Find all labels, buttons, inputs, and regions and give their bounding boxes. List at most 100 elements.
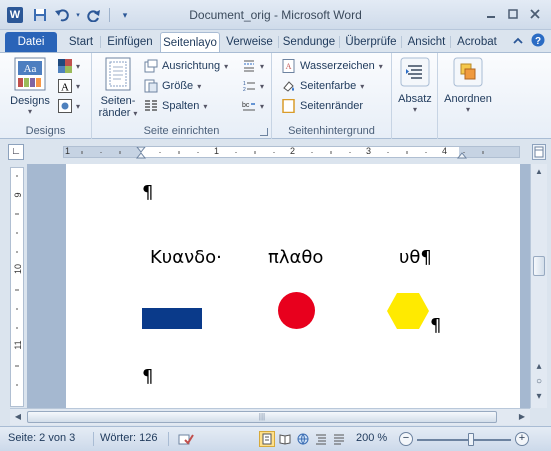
line-numbers-icon: 12 (243, 81, 255, 93)
watermark-label: Wasserzeichen (300, 60, 375, 72)
vruler-number: 10 (13, 264, 23, 275)
margins-button[interactable]: Seiten- ränder ▾ (96, 57, 140, 119)
window-title: Document_orig - Microsoft Word (189, 8, 362, 22)
page-borders-label: Seitenränder (300, 100, 363, 112)
chevron-down-icon: ▾ (76, 61, 81, 71)
page-borders-button[interactable]: Seitenränder (282, 97, 363, 115)
vertical-scrollbar[interactable]: ▲ ▴ ○ ▾ (530, 164, 547, 408)
status-bar: Seite: 2 von 3 Wörter: 126 200 % − + (0, 426, 551, 451)
watermark-icon: A (282, 59, 295, 73)
document-text-word-2: πλαθο (268, 247, 324, 268)
zoom-out-button[interactable]: − (399, 432, 413, 446)
tab-start[interactable]: Start (64, 32, 98, 52)
arrange-icon (453, 57, 483, 87)
zoom-in-button[interactable]: + (515, 432, 529, 446)
zoom-level[interactable]: 200 % (356, 432, 387, 444)
arrange-button[interactable]: Anordnen ▾ (442, 57, 494, 114)
vruler-ticks (15, 175, 19, 386)
scroll-up-icon[interactable]: ▲ (531, 164, 547, 180)
print-layout-view-icon[interactable] (259, 431, 275, 447)
proofing-icon[interactable] (178, 431, 194, 447)
outline-view-icon[interactable] (313, 431, 329, 447)
tab-file[interactable]: Datei (5, 32, 57, 52)
page-color-label: Seitenfarbe (300, 80, 357, 92)
svg-text:2: 2 (243, 87, 246, 93)
tab-selector-button[interactable]: ∟ (8, 144, 24, 160)
blue-rectangle-shape[interactable] (142, 308, 202, 329)
minimize-icon[interactable] (481, 5, 501, 23)
previous-page-icon[interactable]: ▴ (531, 360, 547, 374)
columns-icon (145, 100, 157, 111)
theme-colors-button[interactable]: ▾ (58, 57, 80, 75)
chevron-down-icon: ▾ (260, 81, 265, 91)
paragraph-button[interactable]: Absatz ▾ (395, 57, 435, 114)
tab-acrobat[interactable]: Acrobat (454, 32, 500, 52)
line-numbers-button[interactable]: 12 ▾ (242, 77, 264, 95)
tab-references[interactable]: Verweise (224, 32, 275, 52)
group-page-background: A Wasserzeichen ▾ Seitenfarbe ▾ Seitenrä… (272, 53, 392, 139)
horizontal-scroll-thumb[interactable]: ||| (27, 411, 497, 423)
chevron-down-icon: ▾ (260, 61, 265, 71)
page-count-status[interactable]: Seite: 2 von 3 (8, 432, 75, 444)
vertical-ruler[interactable]: 9 10 11 (10, 167, 24, 407)
chevron-down-icon: ▾ (224, 61, 229, 71)
theme-effects-icon (58, 99, 72, 113)
hyphenation-icon: bc (242, 102, 255, 111)
theme-fonts-icon: A (58, 79, 72, 93)
next-page-icon[interactable]: ▾ (531, 390, 547, 404)
help-icon[interactable]: ? (530, 33, 546, 51)
status-separator (168, 432, 169, 446)
svg-text:A: A (61, 82, 69, 94)
document-page[interactable] (66, 164, 520, 408)
group-label-designs: Designs (25, 125, 66, 137)
size-button[interactable]: Größe ▾ (144, 77, 201, 95)
breaks-button[interactable]: ▾ (242, 57, 264, 75)
draft-view-icon[interactable] (331, 431, 347, 447)
window-controls (481, 5, 545, 23)
scroll-right-icon[interactable]: ▶ (514, 409, 530, 425)
tab-view[interactable]: Ansicht (405, 32, 448, 52)
scroll-left-icon[interactable]: ◀ (10, 409, 26, 425)
vertical-scroll-thumb[interactable] (533, 256, 545, 276)
chevron-down-icon: ▾ (465, 105, 470, 114)
page-borders-icon (282, 99, 295, 113)
web-layout-view-icon[interactable] (295, 431, 311, 447)
page-color-button[interactable]: Seitenfarbe ▾ (282, 77, 364, 95)
minimize-ribbon-icon[interactable] (510, 33, 526, 51)
tab-review[interactable]: Überprüfe (343, 32, 399, 52)
group-label-page-background: Seitenhintergrund (288, 125, 375, 137)
watermark-button[interactable]: A Wasserzeichen ▾ (282, 57, 383, 75)
horizontal-scrollbar[interactable]: ◀ ||| ▶ (10, 408, 530, 425)
tab-page-layout[interactable]: Seitenlayo (160, 32, 220, 52)
hyphenation-button[interactable]: bc ▾ (242, 97, 264, 115)
designs-button[interactable]: Aa Designs ▾ (8, 57, 52, 116)
close-icon[interactable] (525, 5, 545, 23)
columns-button[interactable]: Spalten ▾ (144, 97, 207, 115)
yellow-hexagon-shape[interactable] (386, 292, 430, 330)
ruler-number: 4 (442, 146, 448, 156)
horizontal-ruler[interactable]: 1 1 2 3 4 (63, 146, 520, 159)
designs-label: Designs (10, 95, 50, 107)
zoom-slider-track[interactable] (417, 439, 511, 441)
browse-object-icon[interactable]: ○ (531, 375, 547, 389)
margins-label-2: ränder ▾ (96, 107, 140, 119)
full-screen-reading-view-icon[interactable] (277, 431, 293, 447)
ribbon: Aa Designs ▾ ▾ A ▾ ▾ Designs Seiten- rän… (0, 52, 551, 139)
restore-icon[interactable] (503, 5, 523, 23)
view-ruler-button[interactable] (532, 144, 546, 160)
title-bar: W ▾ ▾ Document_orig - Microsoft Word (0, 0, 551, 30)
group-label-page-setup: Seite einrichten (143, 125, 220, 137)
horizontal-ruler-area: ∟ 1 1 2 3 4 (0, 140, 551, 164)
orientation-button[interactable]: Ausrichtung ▾ (144, 57, 228, 75)
vruler-number: 9 (13, 192, 23, 198)
page-setup-dialog-launcher[interactable] (260, 128, 268, 136)
tab-mailings[interactable]: Sendunge (282, 32, 336, 52)
theme-effects-button[interactable]: ▾ (58, 97, 80, 115)
margins-label-2-text: ränder (98, 107, 131, 119)
chevron-down-icon: ▾ (360, 81, 365, 91)
tab-insert[interactable]: Einfügen (104, 32, 156, 52)
word-count-status[interactable]: Wörter: 126 (100, 432, 157, 444)
theme-fonts-button[interactable]: A ▾ (58, 77, 80, 95)
red-circle-shape[interactable] (278, 292, 315, 329)
zoom-slider-thumb[interactable] (468, 433, 474, 446)
